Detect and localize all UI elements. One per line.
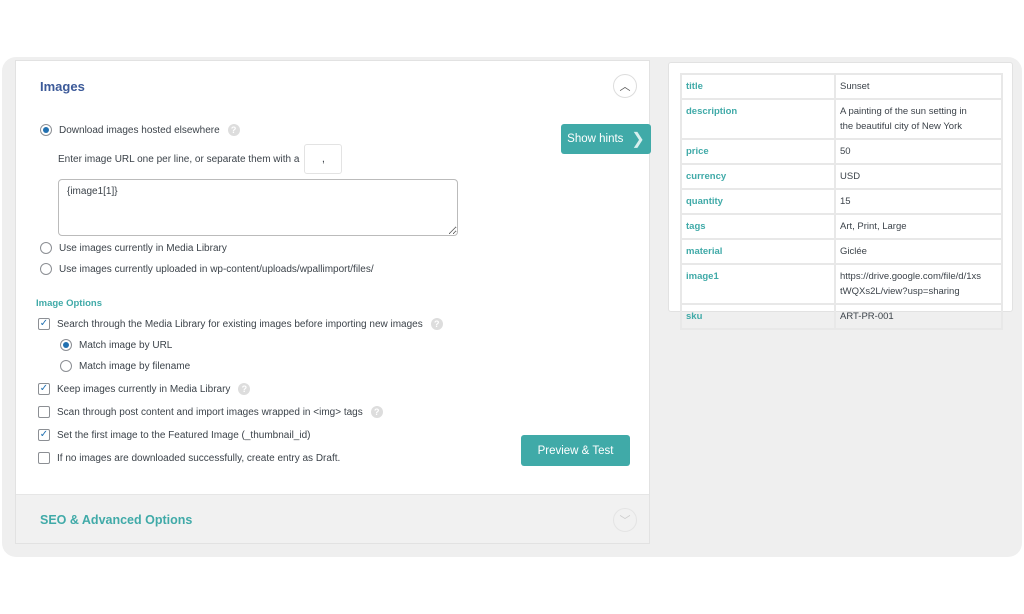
radio-label: Use images currently uploaded in wp-cont… [59, 263, 374, 275]
separator-prompt: Enter image URL one per line, or separat… [58, 153, 300, 165]
field-name: currency [680, 163, 836, 190]
images-section-title: Images [40, 79, 85, 94]
radio-button[interactable] [60, 339, 72, 351]
show-hints-label: Show hints [567, 133, 624, 145]
expand-button[interactable]: ﹀ [613, 508, 637, 532]
option-draft[interactable]: If no images are downloaded successfully… [38, 452, 340, 464]
field-value: https://drive.google.com/file/d/1xs tWQX… [834, 263, 1003, 305]
image-options-title: Image Options [36, 298, 102, 309]
option-label: Search through the Media Library for exi… [57, 318, 423, 330]
separator-row: Enter image URL one per line, or separat… [58, 144, 343, 174]
separator-input[interactable]: , [304, 144, 343, 174]
images-panel: Images ︿ Download images hosted elsewher… [15, 60, 651, 544]
option-featured-image[interactable]: ✓ Set the first image to the Featured Im… [38, 429, 310, 441]
table-row: quantity 15 [680, 188, 1003, 215]
field-name: title [680, 73, 836, 100]
field-value: 50 [834, 138, 1003, 165]
option-label: If no images are downloaded successfully… [57, 452, 341, 464]
field-name: quantity [680, 188, 836, 215]
record-table: title Sunset description A painting of the … [680, 73, 1003, 330]
option-label: Keep images currently in Media Library [57, 383, 231, 395]
checkbox-checked[interactable]: ✓ [38, 383, 50, 395]
checkbox-unchecked[interactable] [38, 406, 50, 418]
field-name: price [680, 138, 836, 165]
option-search-media[interactable]: ✓ Search through the Media Library for e… [38, 318, 443, 330]
field-value: ART-PR-001 [834, 303, 1003, 330]
radio-button[interactable] [40, 263, 52, 275]
radio-download[interactable]: Download images hosted elsewhere ? [40, 124, 240, 136]
chevron-down-icon: ﹀ [619, 515, 631, 527]
preview-test-button[interactable]: Preview & Test [521, 435, 630, 466]
field-value: A painting of the sun setting in the bea… [834, 98, 1003, 140]
table-row: sku ART-PR-001 [680, 303, 1003, 330]
option-scan-content[interactable]: Scan through post content and import ima… [38, 406, 383, 418]
table-row: image1 https://drive.google.com/file/d/1x… [680, 263, 1003, 305]
help-icon[interactable]: ? [238, 383, 251, 395]
radio-match-url[interactable]: Match image by URL [60, 339, 172, 351]
table-row: currency USD [680, 163, 1003, 190]
radio-match-filename[interactable]: Match image by filename [60, 360, 190, 372]
field-name: tags [680, 213, 836, 240]
radio-label: Match image by filename [79, 360, 191, 372]
seo-section-title[interactable]: SEO & Advanced Options [40, 513, 192, 527]
radio-media-library[interactable]: Use images currently in Media Library [40, 242, 227, 254]
field-name: description [680, 98, 836, 140]
radio-button[interactable] [60, 360, 72, 372]
field-value: 15 [834, 188, 1003, 215]
checkbox-checked[interactable]: ✓ [38, 318, 50, 330]
field-value: Art, Print, Large [834, 213, 1003, 240]
option-label: Scan through post content and import ima… [57, 406, 363, 418]
table-row: tags Art, Print, Large [680, 213, 1003, 240]
help-icon[interactable]: ? [430, 318, 443, 330]
field-name: sku [680, 303, 836, 330]
chevron-up-icon: ︿ [619, 81, 631, 93]
radio-label: Match image by URL [79, 339, 173, 351]
chevron-right-icon: ❯ [631, 131, 645, 148]
seo-section[interactable]: SEO & Advanced Options ﹀ [16, 494, 649, 543]
image-urls-textarea[interactable]: {image1[1]} [58, 179, 458, 236]
radio-uploaded-files[interactable]: Use images currently uploaded in wp-cont… [40, 263, 374, 275]
radio-label: Use images currently in Media Library [59, 242, 227, 254]
radio-button[interactable] [40, 124, 52, 136]
table-row: title Sunset [680, 73, 1003, 100]
option-label: Set the first image to the Featured Imag… [57, 429, 311, 441]
collapse-button[interactable]: ︿ [613, 74, 637, 98]
field-value: Sunset [834, 73, 1003, 100]
checkbox-unchecked[interactable] [38, 452, 50, 464]
help-icon[interactable]: ? [227, 124, 240, 136]
field-name: image1 [680, 263, 836, 305]
field-value: USD [834, 163, 1003, 190]
field-value: Giclée [834, 238, 1003, 265]
option-keep-images[interactable]: ✓ Keep images currently in Media Library… [38, 383, 251, 395]
radio-button[interactable] [40, 242, 52, 254]
table-row: price 50 [680, 138, 1003, 165]
show-hints-button[interactable]: Show hints ❯ [561, 124, 651, 154]
field-name: material [680, 238, 836, 265]
radio-label: Download images hosted elsewhere [59, 124, 220, 136]
checkbox-checked[interactable]: ✓ [38, 429, 50, 441]
table-row: description A painting of the sun setting… [680, 98, 1003, 140]
help-icon[interactable]: ? [370, 406, 383, 418]
table-row: material Giclée [680, 238, 1003, 265]
record-preview-panel: title Sunset description A painting of the … [668, 62, 1013, 330]
